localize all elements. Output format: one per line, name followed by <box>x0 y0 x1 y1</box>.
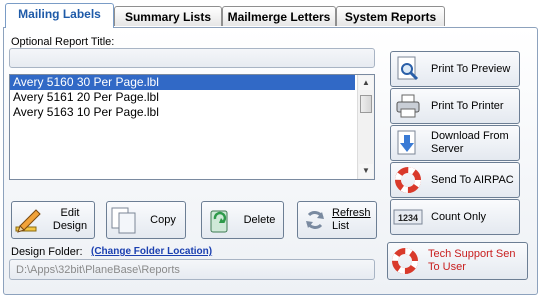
list-item[interactable]: Avery 5161 20 Per Page.lbl <box>10 90 355 105</box>
list-item[interactable]: Avery 5163 10 Per Page.lbl <box>10 105 355 120</box>
tab-system-reports[interactable]: System Reports <box>336 6 445 26</box>
delete-button[interactable]: Delete <box>201 201 284 239</box>
download-from-server-button[interactable]: Download From Server <box>390 125 520 161</box>
tab-mailmerge-letters[interactable]: Mailmerge Letters <box>222 6 336 26</box>
scroll-thumb[interactable] <box>360 95 372 113</box>
copy-label: Copy <box>150 213 176 226</box>
download-icon <box>391 126 425 160</box>
printer-icon <box>391 89 425 123</box>
print-to-printer-button[interactable]: Print To Printer <box>390 88 520 124</box>
edit-design-label: Edit Design <box>52 207 88 232</box>
report-title-label: Optional Report Title: <box>11 36 115 48</box>
preview-icon <box>391 52 425 86</box>
count-only-label: Count Only <box>431 210 487 223</box>
delete-label: Delete <box>243 213 276 226</box>
recycle-bin-icon <box>202 203 236 237</box>
design-folder-label: Design Folder: <box>11 246 83 258</box>
tab-bar: Mailing Labels Summary Lists Mailmerge L… <box>0 0 543 28</box>
copy-button[interactable]: Copy <box>106 201 186 239</box>
life-ring-icon <box>388 244 422 278</box>
refresh-list-label: Refresh List <box>332 207 371 232</box>
print-to-preview-button[interactable]: Print To Preview <box>390 51 520 87</box>
life-ring-icon <box>391 163 425 197</box>
pencil-icon <box>12 203 46 237</box>
send-to-airpac-label: Send To AIRPAC <box>431 173 514 186</box>
send-to-airpac-button[interactable]: Send To AIRPAC <box>390 162 520 198</box>
tech-support-send-button[interactable]: Tech Support Sen To User <box>387 242 528 280</box>
print-to-preview-label: Print To Preview <box>431 62 511 75</box>
edit-design-button[interactable]: Edit Design <box>11 201 95 239</box>
refresh-icon <box>298 203 332 237</box>
download-from-server-label: Download From Server <box>431 130 509 155</box>
design-folder-path: D:\Apps\32bit\PlaneBase\Reports <box>9 259 375 280</box>
tech-support-send-label: Tech Support Sen To User <box>428 248 516 273</box>
list-scrollbar[interactable]: ▲ ▼ <box>357 75 374 179</box>
scroll-up-icon[interactable]: ▲ <box>359 76 373 90</box>
label-file-list[interactable]: Avery 5160 30 Per Page.lbl Avery 5161 20… <box>9 74 375 180</box>
copy-icon <box>107 203 141 237</box>
count-only-button[interactable]: 1234 Count Only <box>390 199 520 235</box>
list-item[interactable]: Avery 5160 30 Per Page.lbl <box>10 75 355 90</box>
tab-mailing-labels[interactable]: Mailing Labels <box>5 3 114 28</box>
report-title-input[interactable] <box>9 48 375 68</box>
refresh-list-button[interactable]: Refresh List <box>297 201 377 239</box>
counter-icon: 1234 <box>391 200 425 234</box>
change-folder-location-link[interactable]: (Change Folder Location) <box>91 246 212 257</box>
print-to-printer-label: Print To Printer <box>431 99 504 112</box>
scroll-down-icon[interactable]: ▼ <box>359 164 373 178</box>
svg-text:1234: 1234 <box>398 213 418 223</box>
tab-summary-lists[interactable]: Summary Lists <box>114 6 222 26</box>
